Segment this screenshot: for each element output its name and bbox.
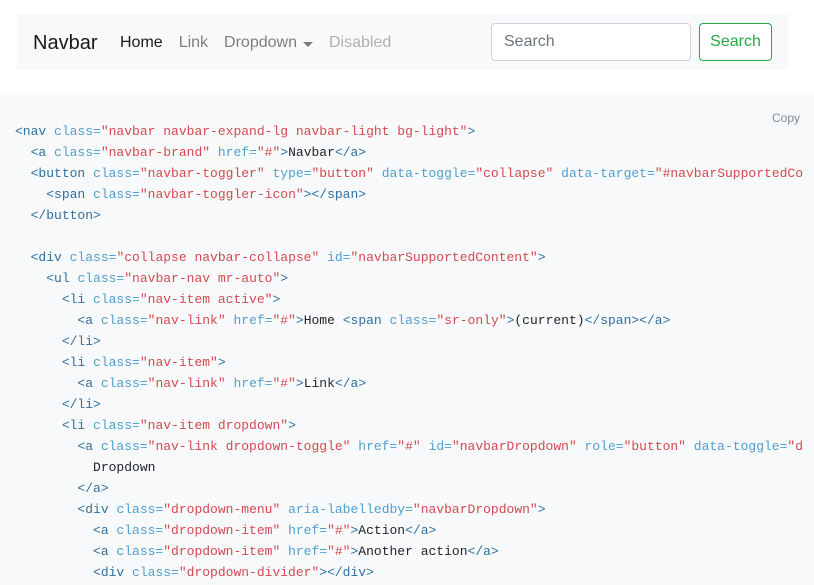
code-line: <div class="dropdown-menu" aria-labelled… [77, 502, 546, 517]
code-line: </li> [61, 397, 101, 412]
code-line: <ul class="navbar-nav mr-auto"> [46, 271, 289, 286]
nav-link-disabled: Disabled [328, 34, 392, 51]
search-input[interactable] [491, 23, 691, 61]
code-line: <button class="navbar-toggler" type="but… [30, 166, 804, 181]
code-line: <a class="dropdown-item" href="#">Anothe… [93, 544, 499, 559]
code-line: <li class="nav-item"> [61, 355, 226, 370]
code-line: <a class="nav-link" href="#">Home <span … [77, 313, 671, 328]
code-line: <a class="navbar-brand" href="#">Navbar<… [30, 145, 367, 160]
navbar-nav: Home Link Dropdown Disabled [120, 33, 407, 53]
search-button[interactable]: Search [699, 23, 772, 61]
code-line: <div class="collapse navbar-collapse" id… [30, 250, 546, 265]
nav-link-link[interactable]: Link [179, 33, 208, 53]
code-snippet-panel: Copy <nav class="navbar navbar-expand-lg… [0, 93, 814, 585]
code-line: Dropdown [15, 460, 156, 475]
dropdown-label: Dropdown [224, 34, 297, 51]
nav-link-home[interactable]: Home [120, 33, 163, 53]
nav-link-dropdown[interactable]: Dropdown [224, 33, 313, 53]
code-line: <div class="dropdown-divider"></div> [93, 565, 374, 580]
code-line: </li> [61, 334, 101, 349]
code-block: <nav class="navbar navbar-expand-lg navb… [15, 121, 803, 583]
code-line: </button> [30, 208, 101, 223]
code-line: <a class="dropdown-item" href="#">Action… [93, 523, 437, 538]
navbar-brand[interactable]: Navbar [33, 31, 97, 55]
code-line: <span class="navbar-toggler-icon"></span… [46, 187, 367, 202]
code-line: <li class="nav-item active"> [61, 292, 281, 307]
navbar-demo: Navbar Home Link Dropdown Disabled Searc… [17, 14, 788, 70]
code-line: <a class="nav-link dropdown-toggle" href… [77, 439, 804, 454]
caret-down-icon [302, 41, 313, 47]
code-line: <li class="nav-item dropdown"> [61, 418, 296, 433]
code-line: <a class="nav-link" href="#">Link</a> [77, 376, 367, 391]
code-line: <nav class="navbar navbar-expand-lg navb… [15, 124, 476, 139]
code-line: </a> [77, 481, 109, 496]
